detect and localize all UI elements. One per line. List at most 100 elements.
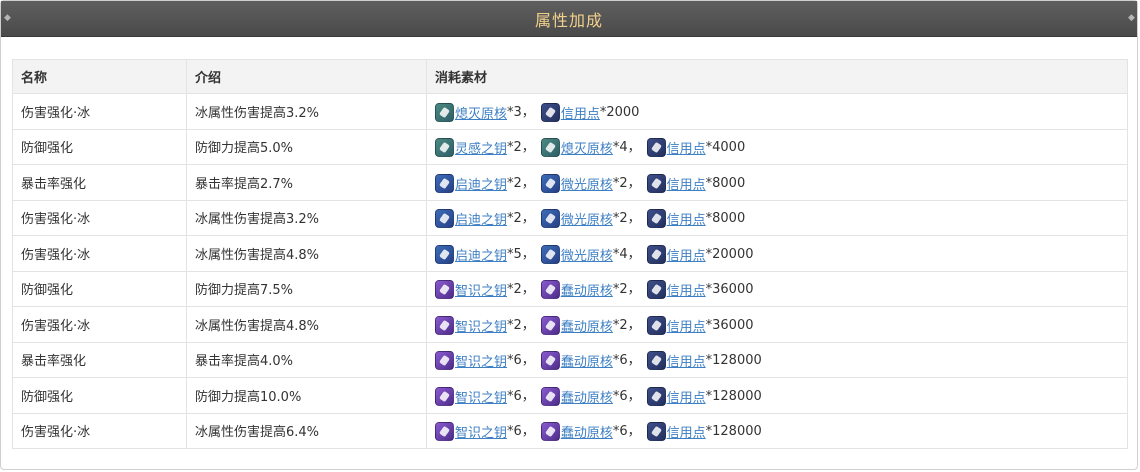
material-link[interactable]: 智识之钥: [455, 422, 507, 441]
squirming-core-icon[interactable]: [540, 422, 560, 442]
material-item: 信用点 *8000: [646, 209, 745, 229]
credit-icon[interactable]: [646, 173, 666, 193]
material-link[interactable]: 信用点: [667, 245, 706, 264]
credit-icon[interactable]: [646, 209, 666, 229]
material-item: 信用点 *128000: [646, 386, 762, 406]
material-link[interactable]: 灵感之钥: [455, 138, 507, 157]
material-item: 信用点 *20000: [646, 244, 754, 264]
material-item: 熄灭原核 *3: [435, 102, 522, 122]
material-link[interactable]: 信用点: [667, 316, 706, 335]
material-item: 熄灭原核 *4: [540, 138, 628, 158]
material-item: 智识之钥 *6: [435, 422, 522, 442]
bonus-name-cell: 暴击率强化: [12, 341, 187, 378]
inspiration-key-icon[interactable]: [435, 138, 454, 158]
material-link[interactable]: 信用点: [561, 103, 600, 122]
material-item: 微光原核 *2: [540, 173, 628, 193]
credit-icon[interactable]: [646, 138, 666, 158]
credit-icon[interactable]: [646, 422, 666, 442]
bonus-description-cell: 冰属性伤害提高4.8%: [186, 306, 427, 343]
material-link[interactable]: 启迪之钥: [455, 245, 507, 264]
bonus-description-cell: 防御力提高10.0%: [186, 377, 427, 414]
squirming-core-icon[interactable]: [540, 280, 560, 300]
material-link[interactable]: 微光原核: [561, 174, 613, 193]
material-quantity: *6: [612, 388, 628, 404]
credit-icon[interactable]: [646, 244, 666, 264]
credit-icon[interactable]: [646, 351, 666, 371]
material-link[interactable]: 蠢动原核: [561, 422, 613, 441]
squirming-core-icon[interactable]: [540, 315, 560, 335]
column-header-name: 名称: [12, 59, 187, 94]
table-row: 防御强化 防御力提高7.5% 智识之钥 *2，蠢动原核 *2，信用点 *36000: [12, 270, 1128, 307]
table-row: 防御强化 防御力提高10.0% 智识之钥 *6，蠢动原核 *6，信用点 *128000: [12, 377, 1128, 414]
material-quantity: *8000: [705, 175, 746, 191]
material-link[interactable]: 熄灭原核: [455, 103, 507, 122]
key-of-wisdom-icon[interactable]: [435, 422, 454, 442]
material-item: 信用点 *36000: [646, 280, 754, 300]
squirming-core-icon[interactable]: [540, 351, 560, 371]
table-row: 伤害强化·冰 冰属性伤害提高3.2% 熄灭原核 *3， 信用点 *2000: [12, 93, 1128, 130]
credit-icon[interactable]: [646, 315, 666, 335]
material-quantity: *2: [507, 140, 522, 156]
glimmering-core-icon[interactable]: [540, 209, 560, 229]
material-separator: ，: [521, 317, 535, 333]
key-of-wisdom-icon[interactable]: [435, 315, 454, 335]
material-link[interactable]: 信用点: [667, 138, 706, 157]
material-quantity: *2000: [599, 104, 640, 120]
material-quantity: *2: [507, 317, 522, 333]
material-quantity: *128000: [705, 388, 762, 404]
key-of-wisdom-icon[interactable]: [435, 386, 454, 406]
material-link[interactable]: 信用点: [667, 422, 706, 441]
key-of-enlightenment-icon[interactable]: [435, 244, 454, 264]
material-quantity: *36000: [705, 317, 754, 333]
destruction-core-icon[interactable]: [435, 102, 454, 122]
material-link[interactable]: 蠢动原核: [561, 280, 613, 299]
material-item: 微光原核 *4: [540, 244, 628, 264]
material-quantity: *4: [612, 140, 628, 156]
material-link[interactable]: 蠢动原核: [561, 351, 613, 370]
material-link[interactable]: 信用点: [667, 174, 706, 193]
material-separator: ，: [627, 282, 641, 298]
material-quantity: *2: [507, 175, 522, 191]
material-quantity: *6: [612, 353, 628, 369]
material-separator: ，: [521, 388, 535, 404]
material-link[interactable]: 启迪之钥: [455, 174, 507, 193]
material-link[interactable]: 智识之钥: [455, 280, 507, 299]
material-item: 蠢动原核 *2: [540, 280, 628, 300]
material-quantity: *3: [507, 104, 522, 120]
material-link[interactable]: 信用点: [667, 387, 706, 406]
material-item: 信用点 *2000: [540, 102, 640, 122]
material-link[interactable]: 智识之钥: [455, 351, 507, 370]
destruction-core-icon[interactable]: [540, 138, 560, 158]
squirming-core-icon[interactable]: [540, 386, 560, 406]
bonus-name-cell: 伤害强化·冰: [12, 306, 187, 343]
credit-icon[interactable]: [646, 280, 666, 300]
credit-icon[interactable]: [540, 102, 560, 122]
material-item: 信用点 *36000: [646, 315, 754, 335]
material-separator: ，: [521, 175, 535, 191]
key-of-enlightenment-icon[interactable]: [435, 209, 454, 229]
material-separator: ，: [627, 175, 641, 191]
material-link[interactable]: 信用点: [667, 351, 706, 370]
key-of-wisdom-icon[interactable]: [435, 280, 454, 300]
material-link[interactable]: 智识之钥: [455, 316, 507, 335]
material-link[interactable]: 启迪之钥: [455, 209, 507, 228]
materials-cell: 智识之钥 *6，蠢动原核 *6，信用点 *128000: [426, 377, 1128, 414]
material-item: 蠢动原核 *6: [540, 386, 628, 406]
key-of-enlightenment-icon[interactable]: [435, 173, 454, 193]
bonus-name-cell: 伤害强化·冰: [12, 199, 187, 236]
material-quantity: *6: [612, 424, 628, 440]
material-link[interactable]: 微光原核: [561, 209, 613, 228]
material-link[interactable]: 智识之钥: [455, 387, 507, 406]
material-quantity: *2: [507, 211, 522, 227]
material-link[interactable]: 信用点: [667, 280, 706, 299]
key-of-wisdom-icon[interactable]: [435, 351, 454, 371]
material-link[interactable]: 微光原核: [561, 245, 613, 264]
material-link[interactable]: 信用点: [667, 209, 706, 228]
credit-icon[interactable]: [646, 386, 666, 406]
material-link[interactable]: 蠢动原核: [561, 316, 613, 335]
material-link[interactable]: 熄灭原核: [561, 138, 613, 157]
glimmering-core-icon[interactable]: [540, 173, 560, 193]
materials-cell: 智识之钥 *2，蠢动原核 *2，信用点 *36000: [426, 306, 1128, 343]
glimmering-core-icon[interactable]: [540, 244, 560, 264]
material-link[interactable]: 蠢动原核: [561, 387, 613, 406]
